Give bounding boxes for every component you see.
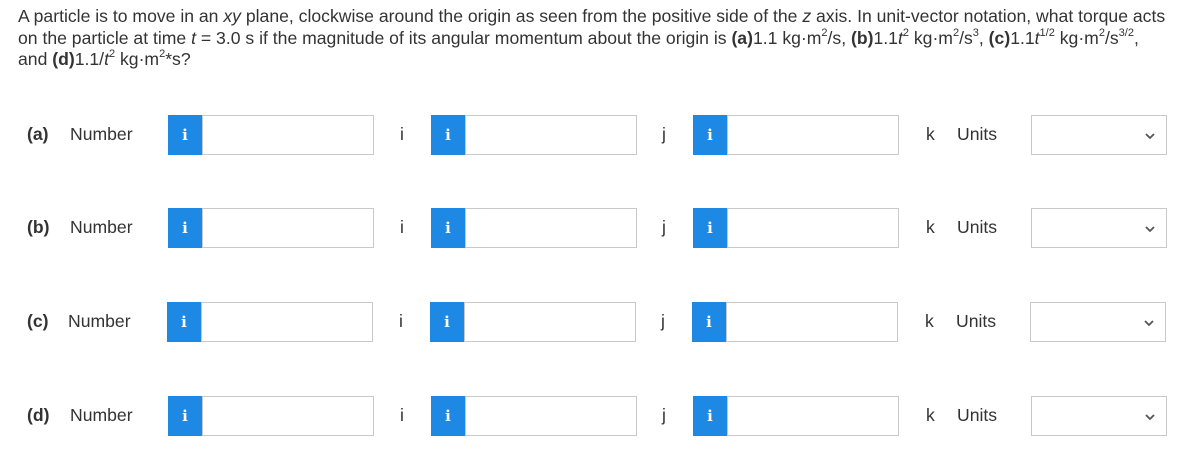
info-icon[interactable]: i [693, 115, 727, 155]
units-label: Units [957, 217, 998, 237]
info-icon[interactable]: i [168, 115, 202, 155]
units-label: Units [957, 124, 998, 144]
part-label: (d) [27, 405, 50, 425]
answer-row-b: (b) Number i i i j i k Units [0, 207, 1185, 249]
units-dropdown[interactable] [1030, 302, 1166, 342]
j-unit-label: j [662, 405, 666, 425]
info-icon[interactable]: i [167, 302, 201, 342]
i-component-input[interactable] [202, 208, 374, 248]
k-unit-label: k [926, 124, 935, 144]
info-icon[interactable]: i [693, 208, 727, 248]
units-dropdown[interactable] [1031, 396, 1167, 436]
number-label: Number [70, 124, 133, 144]
units-dropdown[interactable] [1031, 115, 1167, 155]
number-label: Number [68, 311, 131, 331]
k-unit-label: k [925, 311, 934, 331]
k-unit-label: k [926, 405, 935, 425]
units-label: Units [957, 405, 998, 425]
i-component-input[interactable] [202, 115, 374, 155]
part-label: (b) [27, 217, 50, 237]
info-icon[interactable]: i [693, 396, 727, 436]
i-unit-label: i [399, 311, 403, 331]
chevron-down-icon [1144, 320, 1154, 327]
chevron-down-icon [1145, 133, 1155, 140]
part-label: (c) [27, 311, 49, 331]
chevron-down-icon [1145, 226, 1155, 233]
j-component-input[interactable] [464, 302, 636, 342]
i-component-input[interactable] [201, 302, 373, 342]
info-icon[interactable]: i [431, 396, 465, 436]
units-dropdown[interactable] [1031, 208, 1167, 248]
answer-row-d: (d) Number i i i j i k Units [0, 395, 1185, 437]
info-icon[interactable]: i [431, 115, 465, 155]
info-icon[interactable]: i [168, 208, 202, 248]
j-unit-label: j [662, 217, 666, 237]
info-icon[interactable]: i [430, 302, 464, 342]
i-unit-label: i [400, 405, 404, 425]
i-unit-label: i [400, 124, 404, 144]
i-unit-label: i [400, 217, 404, 237]
k-component-input[interactable] [727, 115, 899, 155]
answer-row-c: (c) Number i i i j i k Units [0, 301, 1185, 343]
j-component-input[interactable] [465, 208, 637, 248]
k-component-input[interactable] [727, 208, 899, 248]
k-component-input[interactable] [727, 396, 899, 436]
number-label: Number [70, 405, 133, 425]
info-icon[interactable]: i [431, 208, 465, 248]
k-unit-label: k [926, 217, 935, 237]
i-component-input[interactable] [202, 396, 374, 436]
part-label: (a) [27, 124, 49, 144]
j-unit-label: j [662, 124, 666, 144]
units-label: Units [956, 311, 997, 331]
answer-row-a: (a) Number i i i j i k Units [0, 114, 1185, 156]
j-component-input[interactable] [465, 115, 637, 155]
info-icon[interactable]: i [168, 396, 202, 436]
number-label: Number [70, 217, 133, 237]
k-component-input[interactable] [726, 302, 898, 342]
info-icon[interactable]: i [692, 302, 726, 342]
j-component-input[interactable] [465, 396, 637, 436]
question-text: A particle is to move in an xy plane, cl… [18, 6, 1166, 69]
chevron-down-icon [1145, 414, 1155, 421]
j-unit-label: j [661, 311, 665, 331]
